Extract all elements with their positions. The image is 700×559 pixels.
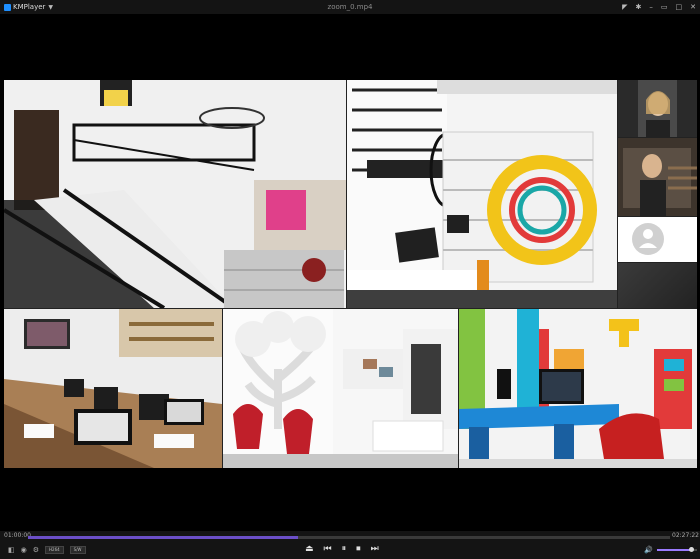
- minimize-icon[interactable]: –: [649, 2, 653, 12]
- pause-button[interactable]: ⏸: [342, 544, 347, 554]
- kmplayer-logo-icon: [4, 3, 11, 11]
- app-name: KMPlayer: [13, 3, 46, 11]
- conference-room-image: [4, 309, 222, 468]
- participant-tile-4: [618, 263, 697, 308]
- library-staircase-image: [4, 80, 346, 308]
- current-time: 01:00:00: [4, 532, 31, 539]
- video-tile-colorful-room: [459, 309, 697, 468]
- pin-icon[interactable]: ◤: [622, 2, 627, 12]
- next-button[interactable]: ⏭: [371, 544, 379, 554]
- 3d-mode-icon[interactable]: ◧: [8, 546, 15, 554]
- participant-tile-3: [618, 217, 697, 262]
- file-name: zoom_0.mp4: [327, 3, 373, 11]
- playback-buttons: ⏏ ⏮ ⏸ ⏹ ⏭: [305, 544, 379, 554]
- codec-badge[interactable]: H264: [45, 546, 64, 554]
- round-shelf-image: [347, 80, 617, 308]
- participant-1-video: [618, 80, 697, 137]
- video-tile-conference-room: [4, 309, 222, 468]
- volume-level: [656, 549, 691, 551]
- left-controls: ◧ ◉ ⚙ H264 S/W: [8, 546, 86, 554]
- colorful-room-image: [459, 309, 697, 468]
- settings-icon[interactable]: ✱: [636, 2, 642, 12]
- close-icon[interactable]: ✕: [690, 2, 696, 12]
- speaker-icon[interactable]: 🔊: [644, 546, 653, 554]
- video-frame[interactable]: [4, 80, 697, 468]
- participant-2-video: [618, 138, 697, 216]
- seek-bar-progress: [28, 536, 298, 539]
- participant-tile-1: [618, 80, 697, 137]
- volume-control: 🔊: [644, 546, 697, 554]
- app-menu-button[interactable]: KMPlayer ▼: [4, 3, 53, 11]
- video-tile-library-staircase: [4, 80, 346, 308]
- white-room-image: [223, 309, 458, 468]
- gear-icon[interactable]: ⚙: [33, 546, 39, 554]
- volume-slider[interactable]: [656, 547, 697, 552]
- decoder-badge[interactable]: S/W: [69, 546, 86, 554]
- control-bar: 01:00:00 02:27:22 ◧ ◉ ⚙ H264 S/W ⏏ ⏮ ⏸ ⏹…: [0, 531, 700, 559]
- avatar-placeholder-icon: [618, 217, 697, 262]
- window-controls: ◤ ✱ – ▭ □ ✕: [622, 2, 696, 12]
- stop-button[interactable]: ⏹: [356, 544, 361, 554]
- total-time: 02:27:22: [672, 532, 699, 539]
- video-tile-white-room: [223, 309, 458, 468]
- volume-knob[interactable]: [688, 547, 694, 552]
- maximize-icon[interactable]: □: [676, 2, 683, 12]
- participant-tile-2: [618, 138, 697, 216]
- eject-button[interactable]: ⏏: [305, 544, 314, 554]
- title-bar: KMPlayer ▼ zoom_0.mp4 ◤ ✱ – ▭ □ ✕: [0, 0, 700, 14]
- seek-bar[interactable]: [28, 536, 670, 539]
- video-tile-library-round-shelf: [347, 80, 617, 308]
- capture-icon[interactable]: ◉: [21, 546, 27, 554]
- chevron-down-icon: ▼: [48, 3, 54, 11]
- previous-button[interactable]: ⏮: [324, 544, 332, 554]
- restore-icon[interactable]: ▭: [661, 2, 668, 12]
